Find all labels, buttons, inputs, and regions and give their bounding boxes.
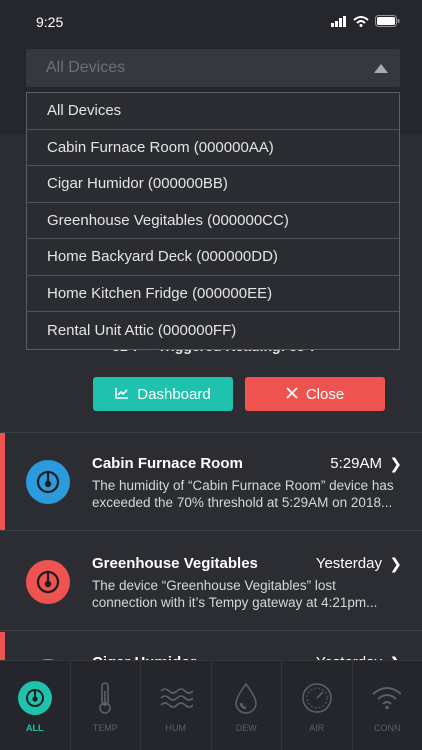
tab-label: DEW (235, 723, 257, 733)
dew-drop-icon (229, 681, 263, 715)
tab-conn[interactable]: CONN (353, 661, 422, 750)
thermometer-icon (26, 460, 70, 504)
signal-icon (331, 14, 347, 32)
notification-time: 5:29AM (330, 455, 382, 472)
air-gauge-icon (300, 681, 334, 715)
close-button-label: Close (305, 385, 345, 403)
tab-label: ALL (26, 723, 44, 733)
status-bar: 9:25 (0, 0, 422, 44)
thermometer-icon (26, 560, 70, 604)
chevron-right-icon: ❯ (389, 556, 402, 573)
notification-body: The device “Greenhouse Vegitables” lost … (92, 578, 378, 610)
tab-label: TEMP (92, 723, 118, 733)
tab-label: CONN (374, 723, 401, 733)
tab-label: AIR (309, 723, 325, 733)
tab-bar: ALL TEMP HUM DEW AIR CONN (0, 660, 422, 750)
unread-indicator (0, 433, 5, 530)
chart-icon (115, 386, 129, 403)
dropdown-item-greenhouse-vegitables[interactable]: Greenhouse Vegitables (000000CC) (27, 203, 399, 239)
notification-title: Greenhouse Vegitables (92, 555, 258, 572)
notification-item[interactable]: Cabin Furnace Room 5:29AM ❯ The humidity… (0, 433, 422, 531)
tab-dew[interactable]: DEW (212, 661, 282, 750)
caret-up-icon (374, 64, 388, 73)
notification-item[interactable]: Greenhouse Vegitables Yesterday ❯ The de… (0, 533, 422, 631)
temperature-icon (88, 681, 122, 715)
tab-all[interactable]: ALL (0, 661, 71, 750)
wifi-icon (370, 681, 404, 715)
status-time: 9:25 (36, 14, 64, 30)
tab-temp[interactable]: TEMP (71, 661, 141, 750)
tab-label: HUM (165, 723, 187, 733)
dropdown-item-cabin-furnace-room[interactable]: Cabin Furnace Room (000000AA) (27, 130, 399, 166)
dropdown-item-rental-unit-attic[interactable]: Rental Unit Attic (000000FF) (27, 312, 399, 349)
humidity-waves-icon (159, 681, 193, 715)
device-select-value: All Devices (46, 59, 126, 76)
dashboard-button-label: Dashboard (137, 385, 211, 403)
device-select[interactable]: All Devices (26, 49, 400, 87)
notification-time: Yesterday (315, 555, 382, 572)
wifi-status-icon (353, 14, 369, 32)
dropdown-item-all-devices[interactable]: All Devices (27, 93, 399, 130)
close-icon (286, 386, 298, 403)
notification-title: Cabin Furnace Room (92, 455, 243, 472)
thermometer-icon (17, 681, 52, 715)
chevron-right-icon: ❯ (389, 456, 402, 473)
status-icons (331, 14, 400, 32)
dropdown-item-home-backyard-deck[interactable]: Home Backyard Deck (000000DD) (27, 239, 399, 276)
tab-hum[interactable]: HUM (141, 661, 212, 750)
battery-icon (375, 14, 400, 32)
dropdown-item-home-kitchen-fridge[interactable]: Home Kitchen Fridge (000000EE) (27, 276, 399, 312)
close-button[interactable]: Close (245, 377, 385, 411)
notification-body: The humidity of “Cabin Furnace Room” dev… (92, 478, 394, 510)
dashboard-button[interactable]: Dashboard (93, 377, 233, 411)
tab-air[interactable]: AIR (282, 661, 353, 750)
device-dropdown: All Devices Cabin Furnace Room (000000AA… (26, 92, 400, 350)
dropdown-item-cigar-humidor[interactable]: Cigar Humidor (000000BB) (27, 166, 399, 203)
